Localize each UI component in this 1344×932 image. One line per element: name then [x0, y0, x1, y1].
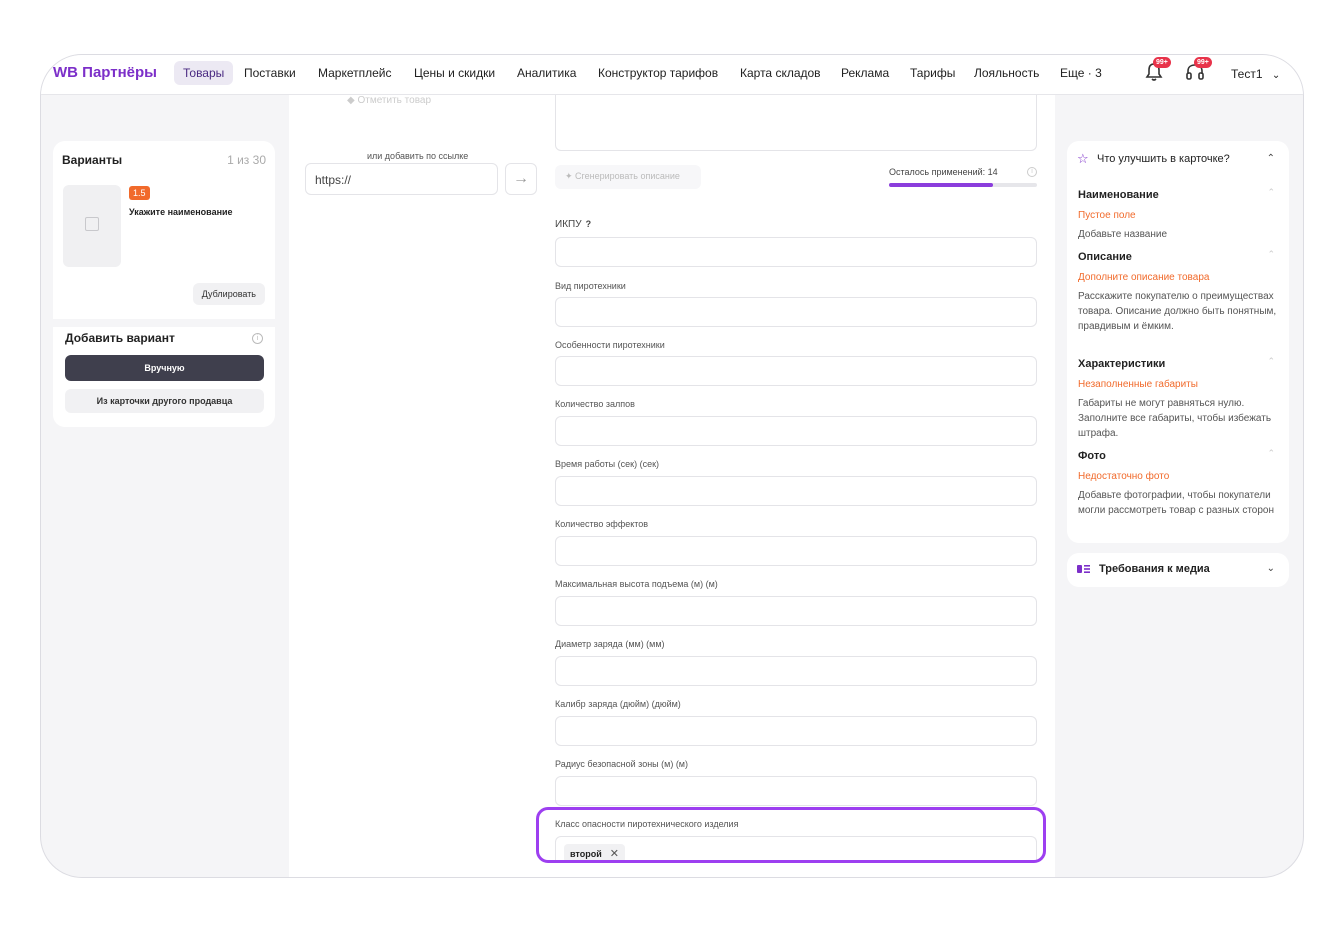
image-placeholder-icon [85, 217, 99, 231]
effects-input[interactable] [555, 536, 1037, 566]
divider [53, 319, 275, 327]
field-label-runtime: Время работы (сек) (сек) [555, 459, 660, 469]
section-text-photo: Добавьте фотографии, чтобы покупатели мо… [1078, 490, 1275, 516]
progress-fill [889, 183, 993, 187]
field-label-diameter: Диаметр заряда (мм) (мм) [555, 639, 665, 649]
max-height-input[interactable] [555, 596, 1037, 626]
support-badge: 99+ [1194, 57, 1212, 68]
chevron-up-icon[interactable]: ⌃ [1267, 153, 1275, 164]
nav-tab-marketplace[interactable]: Маркетплейс [318, 66, 392, 80]
field-label-caliber: Калибр заряда (дюйм) (дюйм) [555, 699, 681, 709]
logo[interactable]: WB Партнёры [53, 64, 157, 81]
section-warning-name[interactable]: Пустое поле [1078, 210, 1136, 221]
nav-tab-more[interactable]: Еще · 3 [1060, 66, 1102, 80]
runtime-input[interactable] [555, 476, 1037, 506]
field-label-features: Особенности пиротехники [555, 340, 665, 350]
improve-title: Что улучшить в карточке? [1097, 153, 1230, 165]
kind-input[interactable] [555, 297, 1037, 327]
add-by-link-label: или добавить по ссылке [367, 151, 469, 161]
nav-tab-loyalty[interactable]: Лояльность [974, 66, 1039, 80]
user-menu[interactable]: Тест1 ⌄ [1231, 67, 1280, 81]
section-warning-characteristics[interactable]: Незаполненные габариты [1078, 379, 1198, 390]
field-label-ikpu: ИКПУ? [555, 219, 592, 230]
section-warning-photo[interactable]: Недостаточно фото [1078, 471, 1169, 482]
section-text-name: Добавьте название [1078, 229, 1168, 240]
product-form: ◆ Отметить товар или добавить по ссылке … [289, 95, 1055, 877]
add-manual-button[interactable]: Вручную [65, 355, 264, 381]
remaining-uses: Осталось применений: 14 [889, 167, 998, 177]
section-title-characteristics: Характеристики [1078, 358, 1166, 370]
highlight-frame [536, 807, 1046, 863]
variant-thumbnail[interactable] [63, 185, 121, 267]
chevron-up-icon[interactable]: ⌃ [1267, 187, 1275, 198]
description-textarea[interactable] [555, 95, 1037, 151]
rating-badge: 1.5 [129, 186, 150, 200]
volleys-input[interactable] [555, 416, 1037, 446]
media-icon [1077, 565, 1090, 573]
nav-tab-analytics[interactable]: Аналитика [517, 66, 576, 80]
ikpu-input[interactable] [555, 237, 1037, 267]
generate-description-button[interactable]: ✦ Сгенерировать описание [555, 165, 701, 189]
info-icon[interactable]: i [252, 333, 263, 344]
field-label-kind: Вид пиротехники [555, 281, 626, 291]
url-input[interactable]: https:// [305, 163, 498, 195]
field-label-radius: Радиус безопасной зоны (м) (м) [555, 759, 688, 769]
nav-tab-warehouse-map[interactable]: Карта складов [740, 66, 821, 80]
nav-tab-products[interactable]: Товары [174, 61, 234, 85]
chevron-down-icon: ⌄ [1271, 70, 1281, 81]
mark-product-button[interactable]: ◆ Отметить товар [347, 95, 431, 106]
remaining-progress-bar [889, 183, 1037, 187]
section-title-description: Описание [1078, 251, 1132, 263]
improve-card-panel: ☆ Что улучшить в карточке? ⌃ Наименовани… [1067, 141, 1289, 543]
notifications-badge: 99+ [1153, 57, 1171, 68]
magic-wand-icon: ✦ [565, 171, 576, 181]
radius-input[interactable] [555, 776, 1037, 806]
variants-count: 1 из 30 [227, 153, 266, 167]
nav-tab-tariff-builder[interactable]: Конструктор тарифов [598, 66, 718, 80]
nav-tab-prices[interactable]: Цены и скидки [414, 66, 495, 80]
features-input[interactable] [555, 356, 1037, 386]
chevron-up-icon[interactable]: ⌃ [1267, 448, 1275, 459]
section-title-name: Наименование [1078, 189, 1159, 201]
top-navigation: WB Партнёры Товары Поставки Маркетплейс … [41, 55, 1303, 95]
app-window: WB Партнёры Товары Поставки Маркетплейс … [40, 54, 1304, 878]
variants-panel: Варианты 1 из 30 1.5 Укажите наименовани… [53, 141, 275, 427]
support-button[interactable]: 99+ [1184, 57, 1212, 87]
field-label-volleys: Количество залпов [555, 399, 635, 409]
field-label-effects: Количество эффектов [555, 519, 649, 529]
submit-url-button[interactable]: → [505, 163, 537, 195]
nav-tab-tariffs[interactable]: Тарифы [910, 66, 955, 80]
duplicate-button[interactable]: Дублировать [192, 283, 265, 305]
media-requirements-panel[interactable]: Требования к медиа ⌄ [1067, 553, 1289, 587]
diameter-input[interactable] [555, 656, 1037, 686]
media-requirements-title: Требования к медиа [1099, 563, 1210, 575]
chevron-up-icon[interactable]: ⌃ [1267, 249, 1275, 260]
section-text-description: Расскажите покупателю о преимуществах то… [1078, 291, 1277, 332]
star-icon: ☆ [1077, 151, 1089, 166]
caliber-input[interactable] [555, 716, 1037, 746]
add-variant-title: Добавить вариант [65, 331, 175, 345]
nav-tab-ads[interactable]: Реклама [841, 66, 889, 80]
help-icon[interactable]: ? [586, 219, 592, 229]
variant-name: Укажите наименование [129, 207, 233, 217]
add-from-card-button[interactable]: Из карточки другого продавца [65, 389, 264, 413]
chevron-down-icon[interactable]: ⌄ [1267, 563, 1275, 574]
info-icon[interactable]: i [1027, 167, 1037, 177]
user-name: Тест1 [1231, 67, 1263, 81]
field-label-max-height: Максимальная высота подъема (м) (м) [555, 579, 718, 589]
section-warning-description[interactable]: Дополните описание товара [1078, 272, 1209, 283]
variants-title: Варианты [62, 153, 123, 167]
chevron-up-icon[interactable]: ⌃ [1267, 356, 1275, 367]
section-text-characteristics: Габариты не могут равняться нулю. Заполн… [1078, 398, 1272, 439]
pin-icon: ◆ [347, 95, 358, 106]
notifications-button[interactable]: 99+ [1143, 57, 1171, 87]
nav-tab-supplies[interactable]: Поставки [244, 66, 296, 80]
section-title-photo: Фото [1078, 450, 1106, 462]
arrow-right-icon: → [513, 170, 529, 187]
